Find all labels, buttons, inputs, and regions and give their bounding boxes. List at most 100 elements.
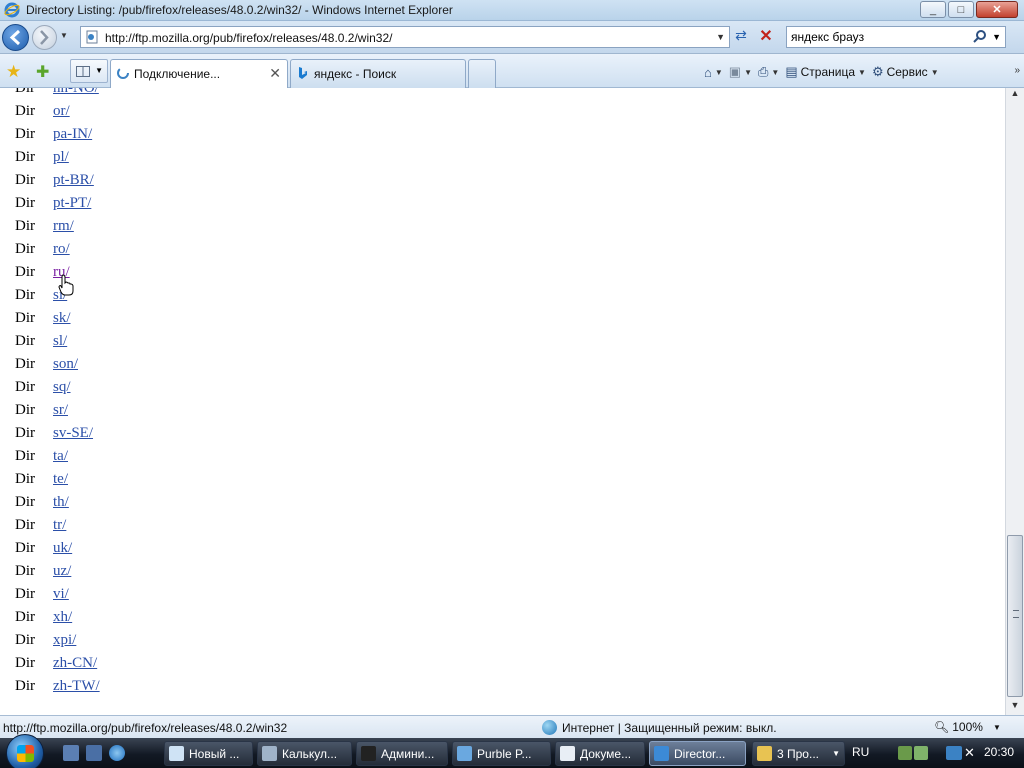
- tools-menu[interactable]: ⚙ Сервис ▼: [872, 64, 939, 80]
- directory-link[interactable]: pa-IN/: [53, 126, 92, 143]
- display-icon[interactable]: [946, 746, 962, 760]
- group-dropdown-icon[interactable]: ▼: [832, 749, 844, 758]
- zoom-level[interactable]: 🔍︎ 100%: [934, 720, 983, 734]
- switch-windows-icon[interactable]: [86, 745, 102, 761]
- directory-link[interactable]: sl/: [53, 333, 67, 350]
- network-icon[interactable]: [898, 746, 912, 760]
- listing-row: Dir sv-SE/: [15, 422, 100, 445]
- stop-button[interactable]: ✕: [756, 26, 776, 46]
- entry-type: Dir: [15, 149, 35, 165]
- directory-link[interactable]: uz/: [53, 563, 71, 580]
- minimize-button[interactable]: _: [920, 1, 946, 18]
- clock[interactable]: 20:30: [984, 745, 1014, 759]
- directory-link[interactable]: ta/: [53, 448, 68, 465]
- tab-list-dropdown[interactable]: ▼: [95, 66, 103, 75]
- print-button[interactable]: ⎙ ▼: [758, 64, 779, 80]
- directory-link[interactable]: pl/: [53, 149, 69, 166]
- close-tab-icon[interactable]: ✕: [269, 65, 281, 82]
- directory-link[interactable]: sk/: [53, 310, 71, 327]
- listing-row: Dir rm/: [15, 215, 100, 238]
- new-tab-button[interactable]: [468, 59, 496, 88]
- search-options-dropdown[interactable]: ▼: [992, 32, 1001, 42]
- cmd-icon: [361, 746, 376, 761]
- directory-link[interactable]: pt-PT/: [53, 195, 91, 212]
- taskbar-button[interactable]: Калькул...: [257, 741, 352, 766]
- show-desktop-icon[interactable]: [63, 745, 79, 761]
- taskbar-button[interactable]: Director...: [649, 741, 746, 766]
- directory-link[interactable]: tr/: [53, 517, 66, 534]
- refresh-button[interactable]: ⇄: [731, 27, 751, 47]
- scroll-up-button[interactable]: ▲: [1006, 88, 1024, 103]
- address-url[interactable]: http://ftp.mozilla.org/pub/firefox/relea…: [105, 31, 393, 45]
- directory-link[interactable]: rm/: [53, 218, 74, 235]
- printer-icon: ⎙: [758, 64, 769, 79]
- home-icon: ⌂: [704, 64, 712, 80]
- scrollbar-thumb[interactable]: [1007, 535, 1023, 697]
- directory-link[interactable]: nn-NO/: [53, 88, 99, 97]
- directory-link[interactable]: zh-CN/: [53, 655, 97, 672]
- listing-row: Dir uz/: [15, 560, 100, 583]
- close-button[interactable]: ✕: [976, 1, 1018, 18]
- directory-link[interactable]: son/: [53, 356, 78, 373]
- listing-row: Dir sr/: [15, 399, 100, 422]
- taskbar-button[interactable]: Новый ...: [164, 741, 253, 766]
- tab-yandex-search[interactable]: яндекс - Поиск: [290, 59, 466, 88]
- listing-row: Dir sl/: [15, 330, 100, 353]
- zoom-dropdown[interactable]: ▼: [993, 723, 1001, 732]
- forward-button[interactable]: [32, 25, 57, 50]
- directory-link[interactable]: or/: [53, 103, 70, 120]
- recent-pages-dropdown[interactable]: ▼: [60, 31, 68, 40]
- add-favorites-icon[interactable]: ✚: [36, 62, 49, 82]
- listing-row: Dir zh-CN/: [15, 652, 100, 675]
- directory-link[interactable]: sr/: [53, 402, 68, 419]
- directory-link[interactable]: zh-TW/: [53, 678, 100, 695]
- ie-quicklaunch-icon[interactable]: [109, 745, 125, 761]
- directory-link[interactable]: vi/: [53, 586, 69, 603]
- taskbar-button[interactable]: Админи...: [356, 741, 448, 766]
- directory-link[interactable]: sq/: [53, 379, 71, 396]
- directory-link[interactable]: sv-SE/: [53, 425, 93, 442]
- search-icon[interactable]: [973, 29, 987, 43]
- taskbar-button[interactable]: Purble P...: [452, 741, 551, 766]
- feeds-button[interactable]: ▣ ▼: [729, 64, 752, 80]
- directory-link[interactable]: ro/: [53, 241, 70, 258]
- taskbar-button-label: Новый ...: [189, 746, 240, 761]
- taskbar-button[interactable]: Докуме...: [555, 741, 645, 766]
- search-input[interactable]: [791, 30, 971, 44]
- tab-connecting[interactable]: Подключение... ✕: [110, 59, 288, 88]
- search-box[interactable]: ▼: [786, 26, 1006, 48]
- address-dropdown[interactable]: ▼: [716, 32, 725, 42]
- page-menu[interactable]: ▤ Страница ▼: [785, 64, 866, 80]
- directory-link[interactable]: te/: [53, 471, 68, 488]
- security-zone[interactable]: Интернет | Защищенный режим: выкл.: [542, 720, 777, 735]
- calculator-icon: [262, 746, 277, 761]
- tab-label: яндекс - Поиск: [314, 67, 397, 81]
- home-button[interactable]: ⌂ ▼: [704, 65, 723, 80]
- favorites-star-icon[interactable]: ★: [6, 62, 21, 82]
- address-bar[interactable]: http://ftp.mozilla.org/pub/firefox/relea…: [80, 26, 730, 48]
- listing-row: Dir pl/: [15, 146, 100, 169]
- directory-link[interactable]: th/: [53, 494, 69, 511]
- entry-type: Dir: [15, 586, 35, 602]
- maximize-button[interactable]: □: [948, 1, 974, 18]
- quick-tabs-button[interactable]: ▼: [70, 59, 108, 83]
- taskbar-button-label: Purble P...: [477, 746, 532, 761]
- taskbar-button[interactable]: 3 Про... ▼: [752, 741, 845, 766]
- taskbar-button-label: Докуме...: [580, 746, 632, 761]
- start-button[interactable]: [6, 734, 44, 768]
- directory-link[interactable]: pt-BR/: [53, 172, 94, 189]
- entry-type: Dir: [15, 448, 35, 464]
- entry-type: Dir: [15, 540, 35, 556]
- more-commands-icon[interactable]: »: [1014, 65, 1020, 76]
- taskbar: Новый ... Калькул... Админи... Purble P... Д…: [0, 734, 1024, 768]
- scroll-down-button[interactable]: ▼: [1006, 700, 1024, 715]
- entry-type: Dir: [15, 241, 35, 257]
- back-button[interactable]: [2, 24, 29, 51]
- directory-link[interactable]: xh/: [53, 609, 72, 626]
- vertical-scrollbar[interactable]: ▲ ▼: [1005, 88, 1024, 715]
- volume-muted-icon[interactable]: ✕: [964, 745, 975, 761]
- directory-link[interactable]: xpi/: [53, 632, 76, 649]
- directory-link[interactable]: uk/: [53, 540, 72, 557]
- tray-app-icon[interactable]: [914, 746, 928, 760]
- language-indicator[interactable]: RU: [852, 745, 869, 759]
